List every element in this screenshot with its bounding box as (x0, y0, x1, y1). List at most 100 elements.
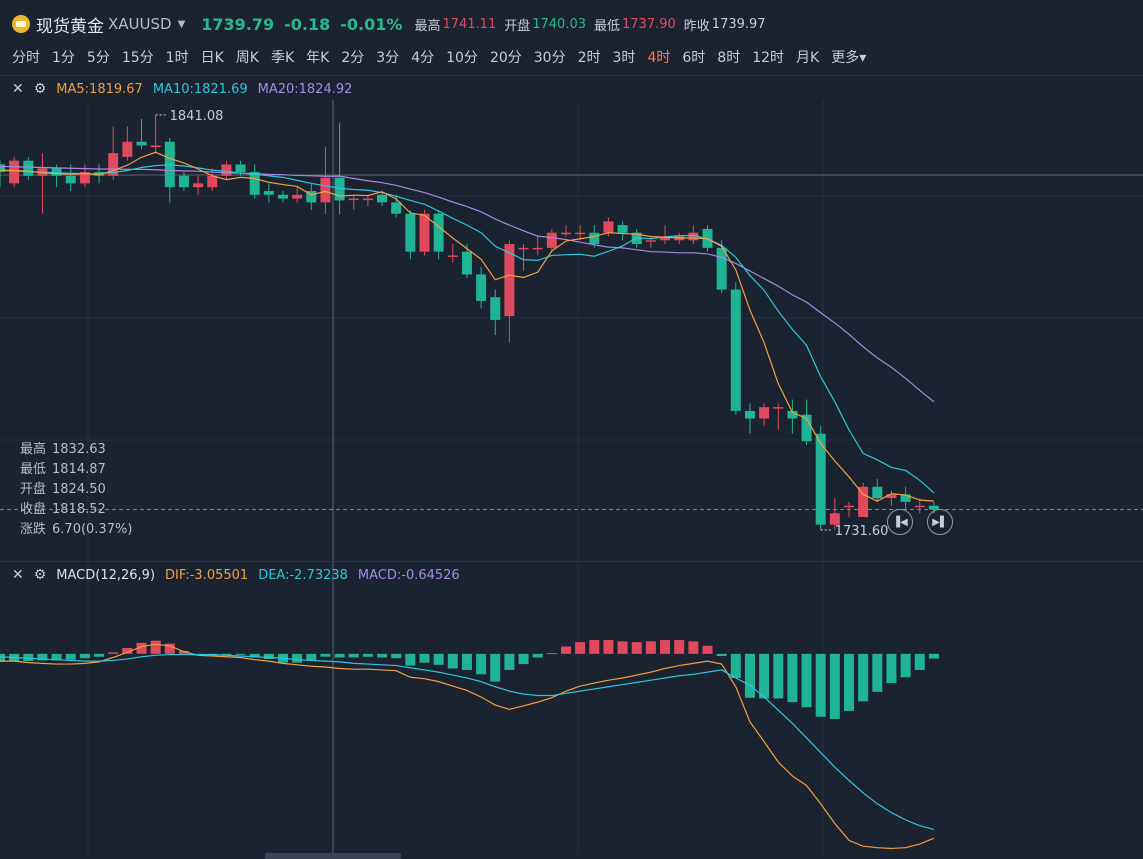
candle-body (660, 236, 671, 241)
macd-bar (235, 653, 246, 655)
tab-timeframe[interactable]: 季K (271, 47, 294, 67)
macd-bar (490, 653, 501, 682)
macd-bar (94, 653, 105, 657)
candle-body (900, 494, 911, 502)
macd-bar (306, 653, 317, 661)
macd-bar (518, 653, 529, 665)
tab-timeframe[interactable]: 5分 (87, 47, 110, 67)
candle-body (561, 232, 571, 235)
settings-icon[interactable]: ⚙ (34, 81, 47, 97)
tab-timeframe[interactable]: 更多▾ (831, 47, 866, 67)
tab-timeframe[interactable]: 3分 (376, 47, 399, 67)
dif-line (0, 643, 935, 850)
candle-body (518, 247, 529, 250)
macd-bar (900, 653, 911, 678)
macd-bar (589, 639, 600, 654)
macd-bar (79, 653, 90, 659)
chevron-down-icon[interactable]: ▼ (178, 19, 186, 30)
ohlc-change-label: 涨跌 (20, 522, 47, 537)
candle-body (886, 494, 897, 499)
tab-timeframe[interactable]: 8时 (717, 47, 740, 67)
ma10-value: MA10:1821.69 (152, 81, 248, 97)
candle-body (306, 191, 317, 203)
tab-timeframe[interactable]: 1分 (52, 47, 75, 67)
close-icon[interactable]: ✕ (12, 81, 24, 97)
candle-body (858, 486, 869, 518)
candle-body (249, 172, 260, 195)
candle-body (617, 225, 628, 233)
macd-bar (433, 653, 444, 665)
candle-body (292, 194, 303, 199)
macd-bar (730, 653, 741, 678)
tab-timeframe[interactable]: 10分 (446, 47, 478, 67)
low-value: 1737.90 (622, 16, 676, 32)
skip-forward-button[interactable]: ▶▌ (927, 509, 953, 535)
tab-timeframe[interactable]: 年K (306, 47, 329, 67)
macd-bar (773, 653, 784, 699)
macd-bar (844, 653, 854, 711)
tab-timeframe[interactable]: 30分 (534, 47, 566, 67)
candle-body (37, 168, 48, 176)
tab-timeframe[interactable]: 分时 (12, 47, 40, 67)
macd-bar (645, 641, 656, 654)
macd-bar (744, 653, 755, 698)
tab-timeframe[interactable]: 6时 (682, 47, 705, 67)
tab-timeframe[interactable]: 20分 (490, 47, 522, 67)
price-chart[interactable]: 1841.08 1731.60 (0, 0, 1143, 859)
title-row: 现货黄金 XAUUSD ▼ 1739.79 -0.18 -0.01% 最高 17… (12, 12, 766, 37)
tab-timeframe[interactable]: 2时 (578, 47, 601, 67)
candle-body (178, 175, 189, 188)
ohlc-low-value: 1814.87 (52, 462, 106, 477)
candle-body (405, 213, 416, 252)
candle-body (914, 505, 925, 508)
ohlc-high-value: 1832.63 (52, 442, 106, 457)
settings-icon[interactable]: ⚙ (34, 567, 47, 583)
candle-body (730, 289, 741, 411)
macd-bar (320, 653, 331, 657)
tab-timeframe[interactable]: 4分 (411, 47, 434, 67)
tab-timeframe[interactable]: 15分 (122, 47, 154, 67)
open-label: 开盘 (504, 18, 531, 34)
ohlc-close-label: 收盘 (20, 502, 47, 517)
macd-bar (178, 650, 189, 654)
macd-value: MACD:-0.64526 (357, 567, 460, 583)
symbol-selector[interactable]: XAUUSD (108, 15, 172, 33)
candle-body (136, 141, 147, 146)
tab-timeframe[interactable]: 日K (201, 47, 224, 67)
min-price-label: 1731.60 (835, 524, 889, 539)
macd-bar (51, 653, 62, 661)
candle-body (801, 414, 812, 442)
prev-close-label: 昨收 (683, 18, 710, 34)
close-icon[interactable]: ✕ (12, 567, 24, 583)
candle-body (759, 407, 770, 419)
macd-bar (801, 653, 812, 708)
candle-body (419, 213, 430, 252)
candle-body (461, 251, 472, 275)
candle-body (773, 407, 784, 409)
candle-body (94, 172, 105, 176)
macd-bar (787, 653, 798, 703)
macd-bar (872, 653, 883, 692)
candle-body (65, 175, 76, 184)
tab-timeframe[interactable]: 4时 (647, 47, 670, 67)
macd-bar (546, 653, 557, 655)
macd-bar (122, 647, 133, 654)
tab-timeframe[interactable]: 2分 (341, 47, 364, 67)
macd-bar (108, 652, 119, 654)
instrument-name: 现货黄金 (36, 16, 104, 37)
skip-back-button[interactable]: ▐◀ (887, 509, 913, 535)
macd-bar (886, 653, 897, 684)
quote-header: 现货黄金 XAUUSD ▼ 1739.79 -0.18 -0.01% 最高 17… (0, 0, 1143, 46)
tab-timeframe[interactable]: 12时 (752, 47, 784, 67)
ma20-value: MA20:1824.92 (257, 81, 353, 97)
candle-body (688, 232, 699, 241)
tab-timeframe[interactable]: 3时 (613, 47, 636, 67)
candle-body (575, 232, 586, 235)
horizontal-scrollbar[interactable] (265, 853, 401, 859)
gold-bar-icon (12, 15, 30, 33)
tab-timeframe[interactable]: 1时 (166, 47, 189, 67)
prev-close-value: 1739.97 (711, 16, 766, 32)
tab-timeframe[interactable]: 月K (796, 47, 819, 67)
macd-bar (617, 641, 628, 654)
tab-timeframe[interactable]: 周K (236, 47, 259, 67)
